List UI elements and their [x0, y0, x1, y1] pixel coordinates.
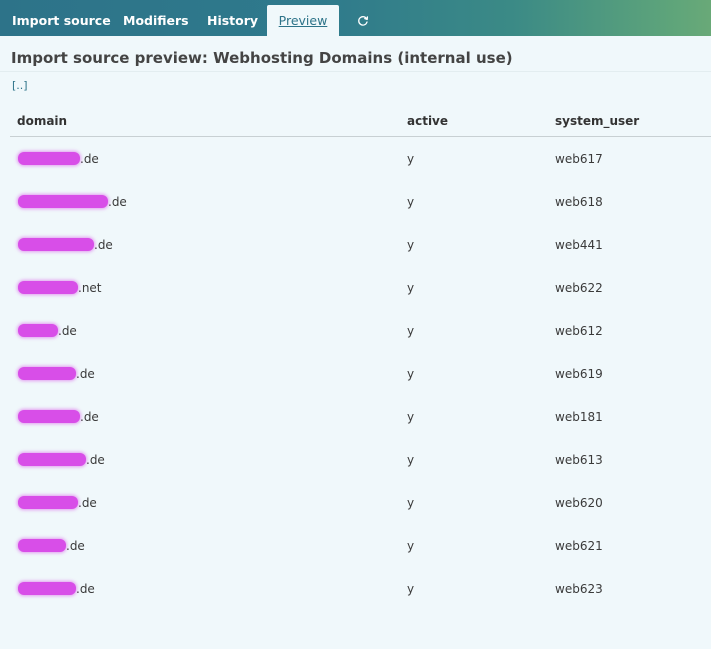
domain-cell: .de [18, 495, 97, 511]
title-divider [0, 71, 711, 72]
tab-history[interactable]: History [207, 5, 258, 36]
active-cell: y [407, 195, 415, 209]
table-row[interactable]: .de y web621 [0, 538, 711, 581]
table-row[interactable]: .de y web617 [0, 151, 711, 194]
domain-cell: .de [18, 452, 105, 468]
system-user-cell: web620 [555, 496, 603, 510]
system-user-cell: web181 [555, 410, 603, 424]
table-row[interactable]: .de y web181 [0, 409, 711, 452]
redacted-domain-name [18, 453, 86, 466]
system-user-cell: web623 [555, 582, 603, 596]
active-cell: y [407, 539, 415, 553]
domain-cell: .de [18, 323, 77, 339]
column-header-system-user: system_user [555, 114, 640, 128]
tab-modifiers[interactable]: Modifiers [123, 5, 189, 36]
active-cell: y [407, 496, 415, 510]
table-row[interactable]: .de y web619 [0, 366, 711, 409]
page-title: Import source preview: Webhosting Domain… [11, 49, 513, 67]
refresh-icon [358, 15, 369, 26]
redacted-domain-name [18, 582, 76, 595]
column-header-active: active [407, 114, 449, 128]
refresh-button[interactable] [349, 5, 377, 36]
active-cell: y [407, 238, 415, 252]
redacted-domain-name [18, 238, 94, 251]
active-cell: y [407, 410, 415, 424]
active-cell: y [407, 367, 415, 381]
system-user-cell: web613 [555, 453, 603, 467]
redacted-domain-name [18, 367, 76, 380]
active-cell: y [407, 152, 415, 166]
active-cell: y [407, 324, 415, 338]
domain-cell: .de [18, 538, 85, 554]
table-row[interactable]: .de y web618 [0, 194, 711, 237]
redacted-domain-name [18, 539, 66, 552]
table-row[interactable]: .net y web622 [0, 280, 711, 323]
system-user-cell: web619 [555, 367, 603, 381]
domain-cell: .de [18, 409, 99, 425]
table-row[interactable]: .de y web612 [0, 323, 711, 366]
tab-import-source[interactable]: Import source [12, 5, 111, 36]
active-cell: y [407, 453, 415, 467]
redacted-domain-name [18, 152, 80, 165]
redacted-domain-name [18, 324, 58, 337]
system-user-cell: web441 [555, 238, 603, 252]
domain-cell: .de [18, 194, 127, 210]
redacted-domain-name [18, 496, 78, 509]
system-user-cell: web617 [555, 152, 603, 166]
domain-cell: .de [18, 151, 99, 167]
domain-cell: .de [18, 366, 95, 382]
domain-cell: .de [18, 237, 113, 253]
table-row[interactable]: .de y web613 [0, 452, 711, 495]
tab-preview[interactable]: Preview [267, 5, 339, 36]
table-row[interactable]: .de y web441 [0, 237, 711, 280]
table-header-divider [10, 136, 711, 137]
domain-cell: .de [18, 581, 95, 597]
tab-bar: Import source Modifiers History Preview [0, 0, 711, 36]
redacted-domain-name [18, 195, 108, 208]
system-user-cell: web622 [555, 281, 603, 295]
active-cell: y [407, 281, 415, 295]
domain-cell: .net [18, 280, 102, 296]
breadcrumb-parent-link[interactable]: [..] [12, 79, 28, 92]
active-cell: y [407, 582, 415, 596]
redacted-domain-name [18, 281, 78, 294]
system-user-cell: web618 [555, 195, 603, 209]
system-user-cell: web621 [555, 539, 603, 553]
table-row[interactable]: .de y web623 [0, 581, 711, 624]
column-header-domain: domain [17, 114, 68, 128]
redacted-domain-name [18, 410, 80, 423]
table-row[interactable]: .de y web620 [0, 495, 711, 538]
system-user-cell: web612 [555, 324, 603, 338]
